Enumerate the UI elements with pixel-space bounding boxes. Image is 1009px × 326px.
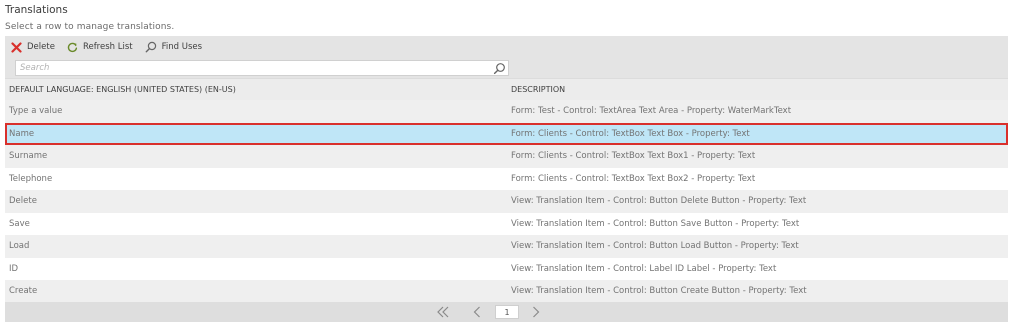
cell-description: Form: Clients - Control: TextBox Text Bo… <box>511 173 756 184</box>
column-header-description[interactable]: DESCRIPTION <box>511 85 565 94</box>
delete-button[interactable]: Delete <box>11 38 55 56</box>
refresh-list-button[interactable]: Refresh List <box>67 38 133 56</box>
page-number-field[interactable]: 1 <box>495 305 519 319</box>
cell-value: Save <box>9 218 30 229</box>
translations-panel: Delete Refresh List Find Uses DEFAULT LA… <box>5 36 1008 322</box>
cell-value: Delete <box>9 196 37 207</box>
table-row[interactable]: Type a value Form: Test - Control: TextA… <box>5 100 1008 123</box>
next-page-icon <box>533 306 540 318</box>
cell-description: View: Translation Item - Control: Button… <box>511 286 807 297</box>
delete-label: Delete <box>27 42 55 52</box>
find-uses-search-icon <box>145 41 156 53</box>
table-row[interactable]: Save View: Translation Item - Control: B… <box>5 212 1008 235</box>
cell-value: Type a value <box>9 106 63 117</box>
find-uses-button[interactable]: Find Uses <box>145 38 202 56</box>
translations-table: DEFAULT LANGUAGE: ENGLISH (UNITED STATES… <box>5 78 1008 303</box>
first-page-icon <box>437 306 449 318</box>
next-page-button[interactable] <box>530 305 542 319</box>
search-icon[interactable] <box>493 62 506 75</box>
cell-description: View: Translation Item - Control: Button… <box>511 241 799 252</box>
cell-value: Load <box>9 241 30 252</box>
search-input[interactable] <box>16 61 486 75</box>
cell-description: Form: Test - Control: TextArea Text Area… <box>511 106 792 117</box>
cell-value: Surname <box>9 151 48 162</box>
table-row[interactable]: Surname Form: Clients - Control: TextBox… <box>5 145 1008 168</box>
table-row[interactable]: Create View: Translation Item - Control:… <box>5 280 1008 303</box>
refresh-list-label: Refresh List <box>82 42 133 52</box>
page-title: Translations <box>5 4 68 16</box>
cell-description: Form: Clients - Control: TextBox Text Bo… <box>511 151 756 162</box>
table-header: DEFAULT LANGUAGE: ENGLISH (UNITED STATES… <box>5 78 1008 100</box>
table-row[interactable]: ID View: Translation Item - Control: Lab… <box>5 257 1008 280</box>
delete-x-icon <box>11 41 22 53</box>
cell-description: Form: Clients - Control: TextBox Text Bo… <box>511 128 750 139</box>
table-row[interactable]: Telephone Form: Clients - Control: TextB… <box>5 167 1008 190</box>
cell-value: Create <box>9 286 38 297</box>
prev-page-button[interactable] <box>471 305 483 319</box>
table-row[interactable]: Load View: Translation Item - Control: B… <box>5 235 1008 258</box>
page-subtitle: Select a row to manage translations. <box>5 22 175 32</box>
pager: 1 <box>5 302 1008 322</box>
cell-value: Name <box>9 128 35 139</box>
column-header-default-language[interactable]: DEFAULT LANGUAGE: ENGLISH (UNITED STATES… <box>9 85 236 94</box>
table-row-selected[interactable]: Name Form: Clients - Control: TextBox Te… <box>5 122 1008 145</box>
find-uses-label: Find Uses <box>161 42 203 52</box>
first-page-button[interactable] <box>435 305 451 319</box>
cell-description: View: Translation Item - Control: Button… <box>511 196 807 207</box>
cell-value: Telephone <box>9 173 53 184</box>
cell-value: ID <box>9 263 19 274</box>
refresh-icon <box>67 42 78 52</box>
prev-page-icon <box>473 306 480 318</box>
table-row[interactable]: Delete View: Translation Item - Control:… <box>5 190 1008 213</box>
cell-description: View: Translation Item - Control: Label … <box>511 263 777 274</box>
toolbar: Delete Refresh List Find Uses <box>5 36 1008 58</box>
cell-description: View: Translation Item - Control: Button… <box>511 218 800 229</box>
search-box <box>15 60 509 76</box>
